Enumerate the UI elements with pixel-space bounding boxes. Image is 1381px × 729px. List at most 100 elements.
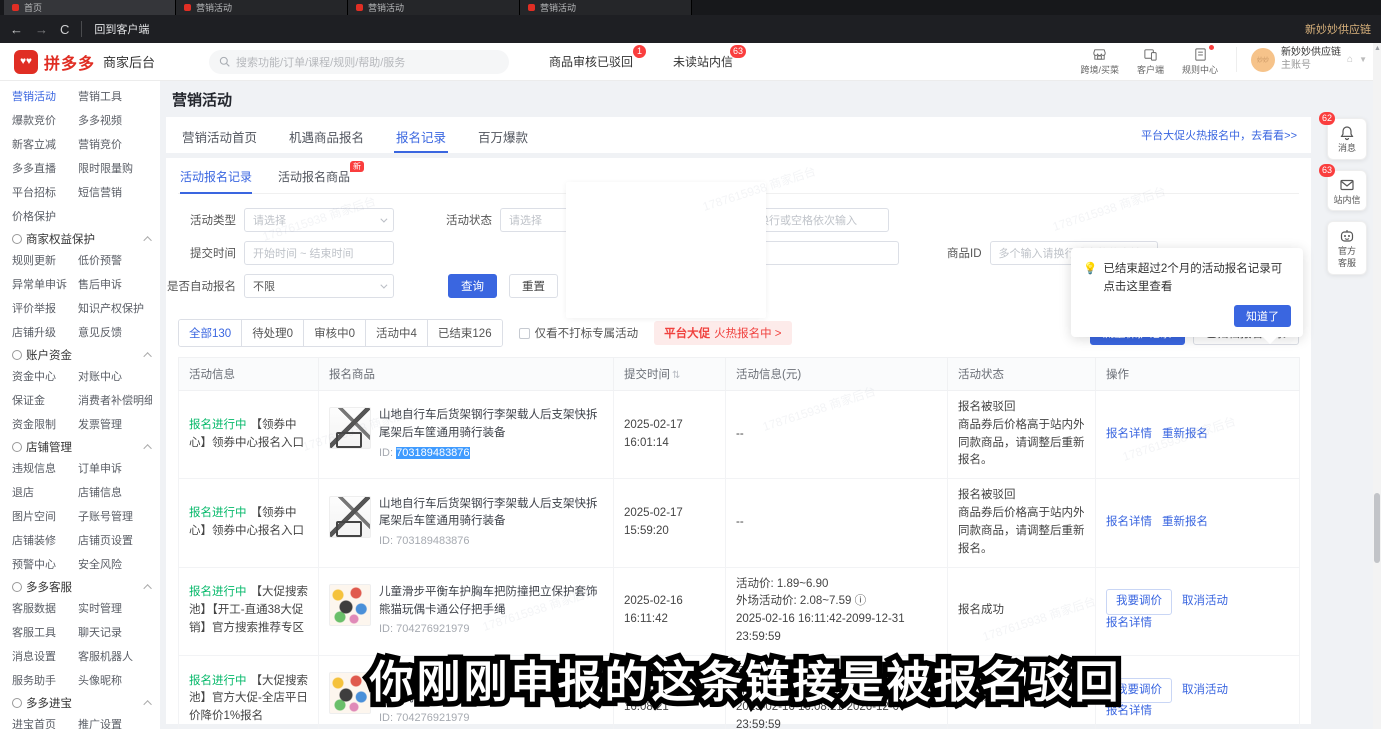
tab-marketing-home[interactable]: 营销活动首页 [180,118,259,153]
reset-button[interactable]: 重置 [509,274,558,298]
sort-icon[interactable]: ⇅ [672,370,680,381]
sidebar-group-header[interactable]: 账户资金 [12,347,152,363]
browser-tab[interactable]: 营销活动 [348,0,520,15]
sidebar-item[interactable]: 爆款竞价 [12,112,74,128]
sidebar-item[interactable]: 消息设置 [12,648,74,664]
subtab-activity-records[interactable]: 活动报名记录 [180,168,252,193]
chevron-down-icon[interactable]: ▼ [1359,55,1367,64]
submit-time-range-input[interactable]: 开始时间 ~ 结束时间 [244,241,394,265]
sidebar-item[interactable]: 营销竞价 [78,136,152,152]
sidebar-item[interactable]: 营销活动 [12,88,74,104]
tooltip-ok-button[interactable]: 知道了 [1234,305,1291,327]
sidebar-group-header[interactable]: 商家权益保护 [12,231,152,247]
sidebar-item[interactable]: 限时限量购 [78,160,152,176]
sidebar-item[interactable]: 规则更新 [12,252,74,268]
product-id[interactable]: ID: 703189483876 [379,533,603,550]
promo-signup-link[interactable]: 平台大促火热报名中，去看看>> [1141,127,1297,143]
chip-reviewing[interactable]: 审核中0 [304,320,366,346]
home-icon[interactable]: ⌂ [1347,54,1353,65]
sidebar-item[interactable]: 异常单申诉 [12,276,74,292]
sidebar-item[interactable]: 退店 [12,484,74,500]
chip-active[interactable]: 活动中4 [366,320,428,346]
sidebar-item[interactable]: 保证金 [12,392,74,408]
sidebar-item[interactable]: 资金限制 [12,416,74,432]
chip-pending[interactable]: 待处理0 [242,320,304,346]
sidebar-group-header[interactable]: 多多进宝 [12,695,152,711]
sidebar-item[interactable]: 短信营销 [78,184,152,200]
auto-signup-select[interactable]: 不限 [244,274,394,298]
sidebar-item[interactable]: 低价预警 [78,252,152,268]
official-support-entry[interactable]: 官方客服 [1327,221,1367,274]
refresh-icon[interactable]: C [60,23,69,36]
collapse-caret-icon[interactable] [143,352,151,360]
sidebar-group-header[interactable]: 多多客服 [12,579,152,595]
sidebar-item[interactable]: 服务助手 [12,672,74,688]
tab-signup-records[interactable]: 报名记录 [394,118,448,153]
sidebar-item[interactable]: 营销工具 [78,88,152,104]
sidebar-item[interactable]: 推广设置 [78,716,152,729]
sidebar-item[interactable]: 店铺页设置 [78,532,152,548]
back-icon[interactable]: ← [10,23,23,36]
tab-opportunity-signup[interactable]: 机遇商品报名 [287,118,366,153]
sidebar-item[interactable]: 进宝首页 [12,716,74,729]
product-id[interactable]: ID: 704276921979 [379,621,603,638]
product-name[interactable]: 山地自行车后货架钢行李架载人后支架快拆尾架后车筐通用骑行装备 [379,496,603,532]
sidebar-item[interactable]: 知识产权保护 [78,300,152,316]
sidebar-item[interactable]: 安全风险 [78,556,152,572]
row-action-link[interactable]: 报名详情 [1106,428,1152,440]
sidebar-item[interactable]: 预警中心 [12,556,74,572]
sidebar-item[interactable]: 多多视频 [78,112,152,128]
collapse-caret-icon[interactable] [143,584,151,592]
client-app-entry[interactable]: 客户端 [1137,47,1164,76]
scroll-up-arrow[interactable]: ▲ [1374,45,1381,52]
sidebar-item[interactable]: 对账中心 [78,368,152,384]
row-action-link[interactable]: 重新报名 [1162,428,1208,440]
sidebar-item[interactable]: 订单申诉 [78,460,152,476]
sidebar-item[interactable]: 客服数据 [12,600,74,616]
sidebar-item[interactable]: 资金中心 [12,368,74,384]
account-menu[interactable]: 妙妙 新妙妙供应链 主账号 ⌂ ▼ [1236,47,1367,72]
row-action-button[interactable]: 我要调价 [1106,589,1172,615]
audit-rejected-link[interactable]: 商品审核已驳回 1 [549,53,633,70]
site-mail-entry[interactable]: 63 站内信 [1327,170,1367,212]
sidebar-item[interactable]: 店铺装修 [12,532,74,548]
crossborder-entry[interactable]: 跨境/买菜 [1080,47,1119,76]
query-button[interactable]: 查询 [448,274,497,298]
rules-center-entry[interactable]: 规则中心 [1182,47,1218,76]
sidebar-item[interactable]: 发票管理 [78,416,152,432]
col-submit-time[interactable]: 提交时间⇅ [614,358,726,391]
row-action-link[interactable]: 重新报名 [1162,516,1208,528]
window-scrollbar[interactable]: ▲ [1373,43,1381,729]
browser-tab[interactable]: 营销活动 [176,0,348,15]
sidebar-item[interactable]: 店铺升级 [12,324,74,340]
sidebar-item[interactable]: 评价举报 [12,300,74,316]
product-thumbnail[interactable] [329,407,371,449]
row-action-link[interactable]: 报名详情 [1106,617,1152,629]
collapse-caret-icon[interactable] [143,236,151,244]
messages-entry[interactable]: 62 消息 [1327,118,1367,160]
sidebar-item[interactable]: 图片空间 [12,508,74,524]
chip-ended[interactable]: 已结束126 [428,320,502,346]
product-name[interactable]: 儿童滑步平衡车护胸车把防撞把立保护套饰熊猫玩偶卡通公仔把手绳 [379,584,603,620]
product-name[interactable]: 山地自行车后货架钢行李架载人后支架快拆尾架后车筐通用骑行装备 [379,407,603,443]
row-action-link[interactable]: 报名详情 [1106,516,1152,528]
untagged-only-checkbox[interactable] [519,328,530,339]
sidebar-item[interactable]: 价格保护 [12,208,74,224]
sidebar-item[interactable]: 头像昵称 [78,672,152,688]
product-thumbnail[interactable] [329,584,371,626]
sidebar-item[interactable]: 新客立减 [12,136,74,152]
hot-signup-pill[interactable]: 平台大促火热报名中 > [654,321,791,345]
bookmark-link[interactable]: 回到客户端 [81,21,149,37]
sidebar-item[interactable]: 子账号管理 [78,508,152,524]
sidebar-group-header[interactable]: 店铺管理 [12,439,152,455]
chip-all[interactable]: 全部130 [179,320,242,346]
scrollbar-thumb[interactable] [1374,493,1380,563]
unread-mail-link[interactable]: 未读站内信 63 [673,53,733,70]
sidebar-item[interactable]: 平台招标 [12,184,74,200]
sidebar-item[interactable]: 实时管理 [78,600,152,616]
browser-tab[interactable]: 营销活动 [520,0,692,15]
tab-million-bestsellers[interactable]: 百万爆款 [476,118,530,153]
activity-type-select[interactable]: 请选择 [244,208,394,232]
collapse-caret-icon[interactable] [143,444,151,452]
row-action-link[interactable]: 取消活动 [1182,595,1228,607]
